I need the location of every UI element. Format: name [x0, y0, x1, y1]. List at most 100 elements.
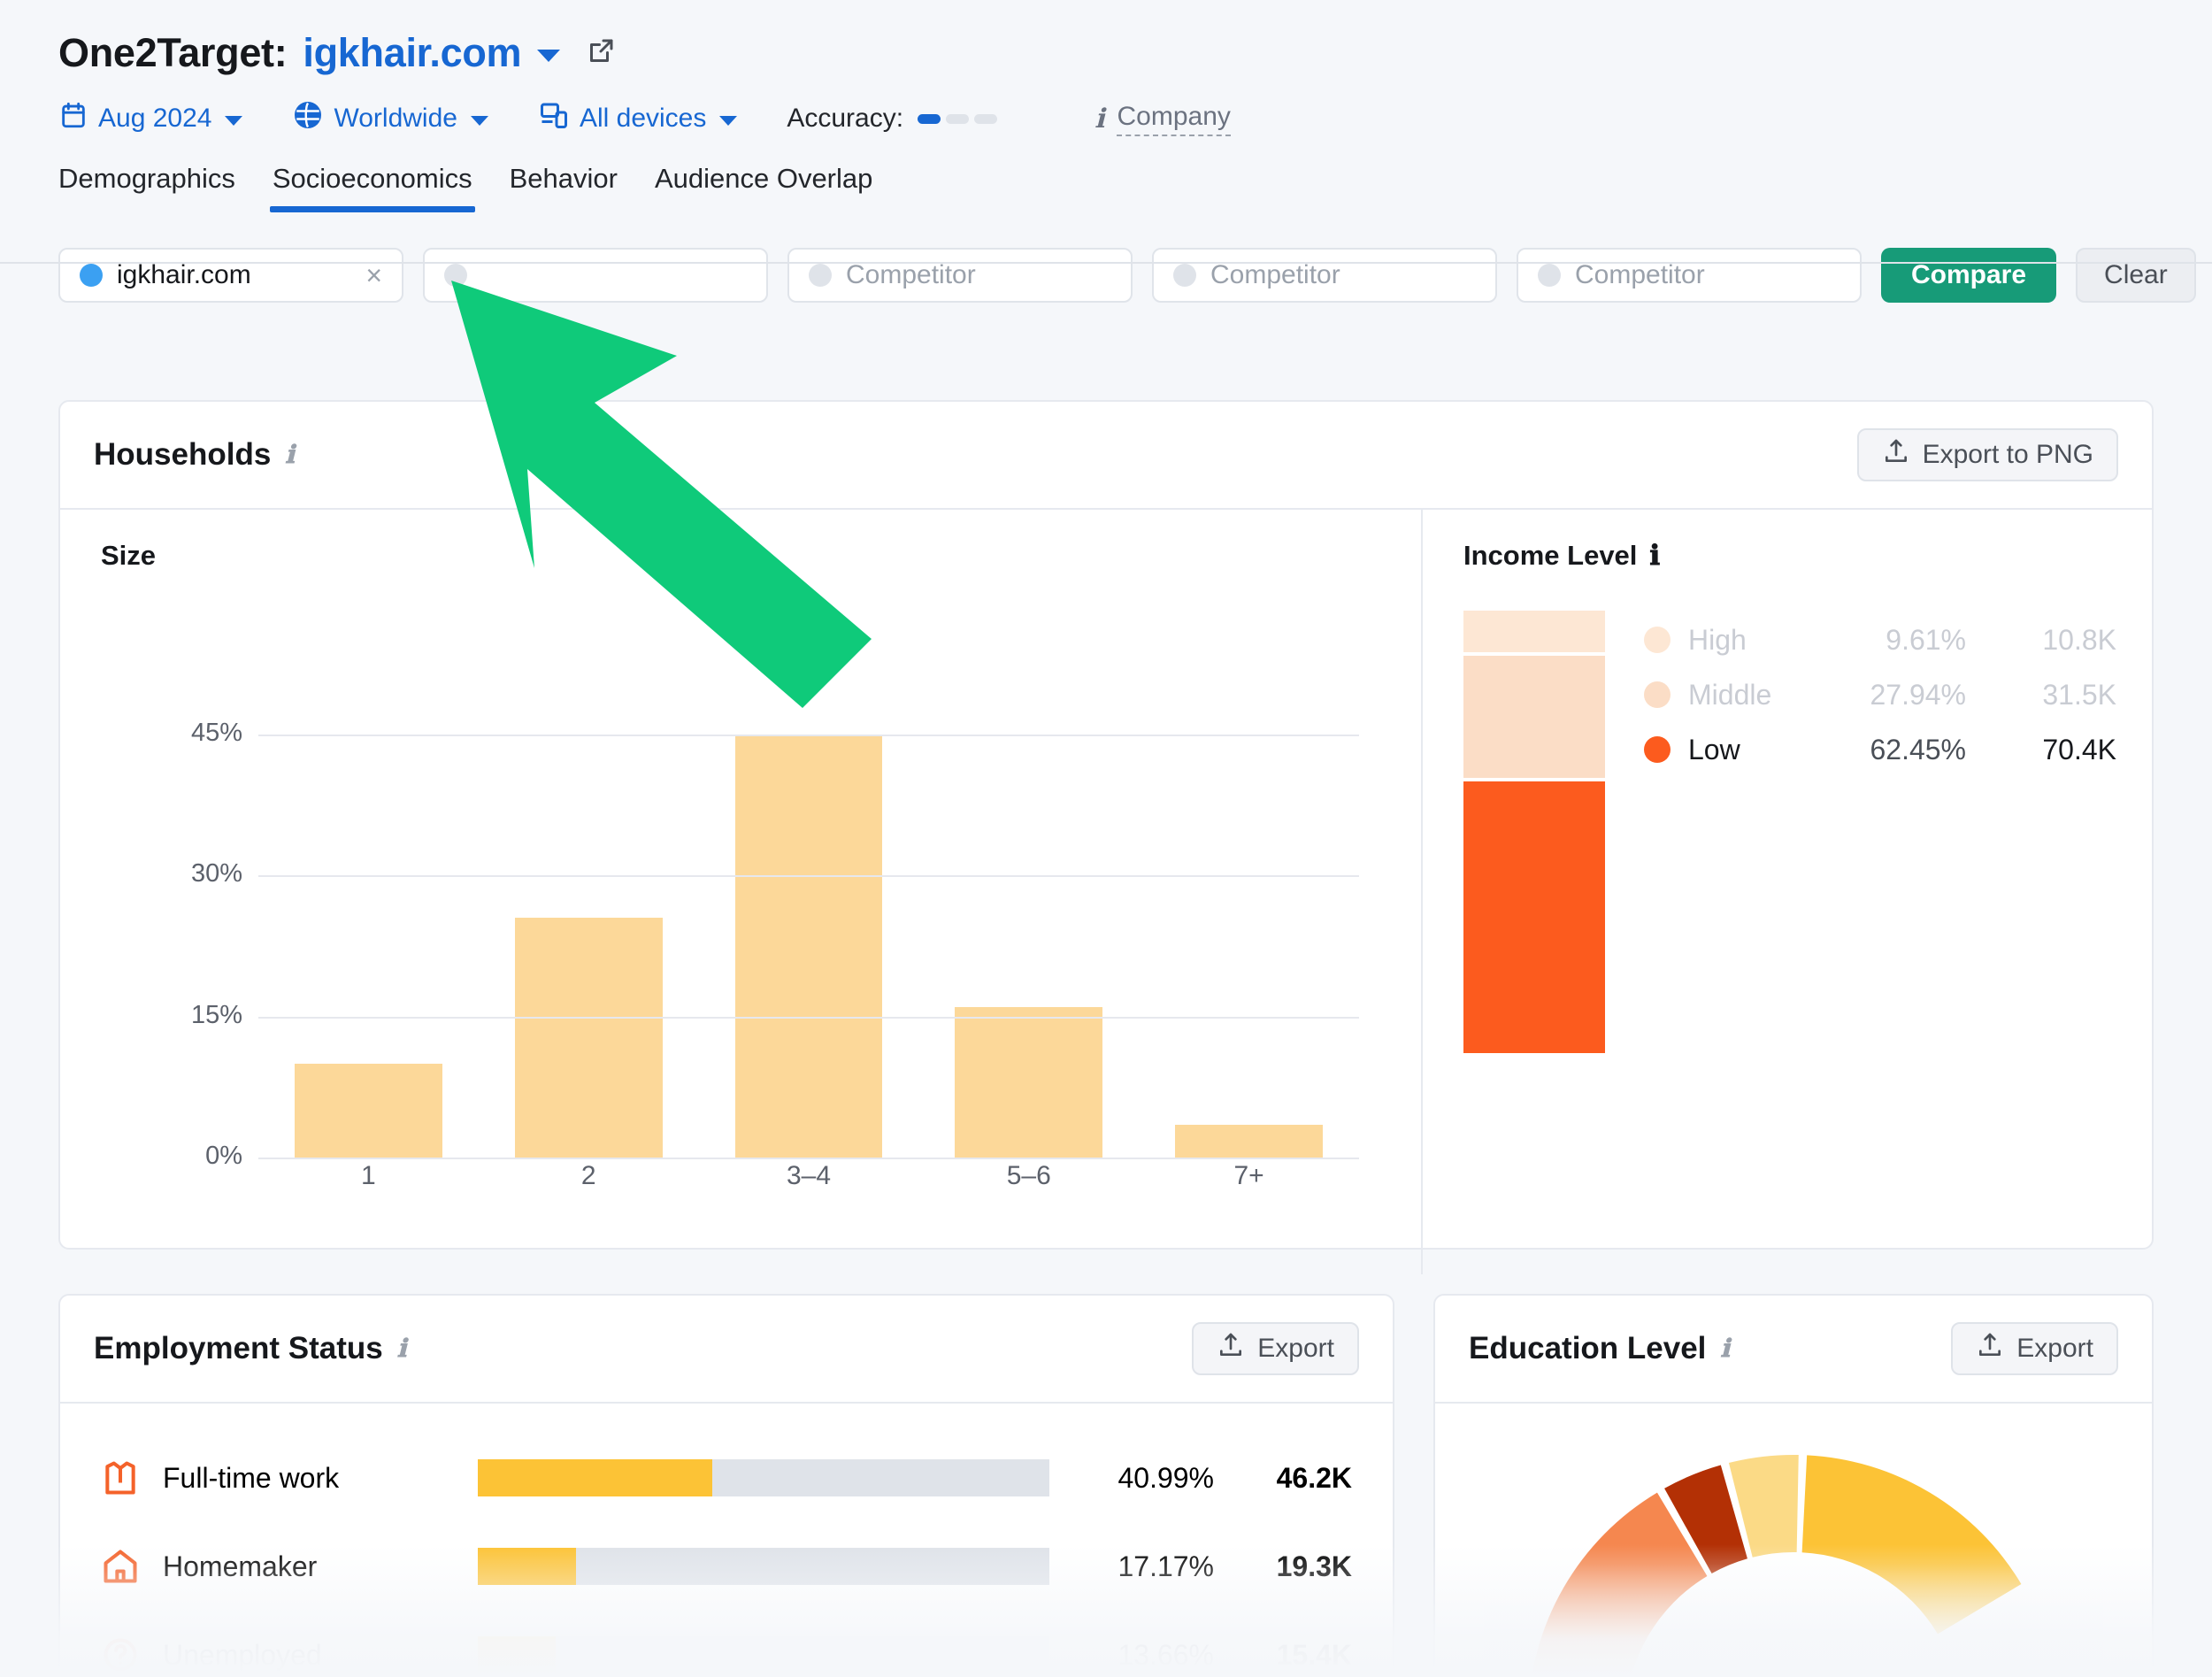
employment-progress-track — [478, 1459, 1049, 1496]
color-dot-icon — [1173, 264, 1196, 287]
employment-row[interactable]: Unemployed 13.66% 15.4K — [101, 1611, 1352, 1677]
bar-group[interactable] — [479, 706, 699, 1158]
export-to-png-button[interactable]: Export to PNG — [1856, 428, 2118, 481]
competitor-chip-3[interactable]: Competitor — [787, 248, 1133, 303]
upload-icon — [1217, 1331, 1245, 1366]
y-axis-tick: 0% — [205, 1142, 242, 1170]
x-axis-label: 7+ — [1233, 1161, 1264, 1190]
x-axis-label: 5–6 — [1006, 1161, 1051, 1190]
income-legend-value: 70.4K — [2042, 733, 2116, 765]
bar-group[interactable] — [918, 706, 1139, 1158]
size-chart-bars — [258, 706, 1359, 1158]
tab-audience-overlap[interactable]: Audience Overlap — [655, 163, 872, 212]
employment-row-label: Homemaker — [163, 1550, 318, 1582]
education-card-header: Education Level ℹ Export — [1435, 1296, 2152, 1404]
income-stack-segment[interactable] — [1463, 781, 1605, 1053]
tab-socioeconomics[interactable]: Socioeconomics — [269, 163, 475, 212]
tab-demographics[interactable]: Demographics — [58, 163, 235, 212]
employment-row-percent: 13.66% — [1118, 1638, 1214, 1671]
accuracy-segment-3 — [974, 113, 998, 124]
one2target-page: One2Target: igkhair.com Aug 2024 Worldwi… — [0, 0, 2212, 1677]
households-title: Households ℹ — [94, 437, 295, 473]
accuracy-label: Accuracy: — [787, 104, 904, 133]
employment-progress-track — [478, 1636, 1049, 1673]
color-dot-icon — [809, 264, 832, 287]
legend-color-dot-icon — [1644, 681, 1671, 708]
employment-progress-fill — [478, 1459, 712, 1496]
bar[interactable] — [295, 1063, 442, 1158]
house-icon — [101, 1547, 140, 1586]
income-legend-row[interactable]: Middle 27.94% 31.5K — [1644, 667, 2116, 722]
employment-row-percent: 17.17% — [1118, 1550, 1214, 1582]
competitor-chip-4[interactable]: Competitor — [1152, 248, 1497, 303]
legend-color-dot-icon — [1644, 736, 1671, 763]
employment-status-card: Employment Status ℹ Export Full-time wor… — [58, 1294, 1394, 1677]
accuracy-bars — [918, 113, 998, 124]
gridline — [258, 1016, 1359, 1019]
bar[interactable] — [1175, 1124, 1323, 1158]
income-stack-segment[interactable] — [1463, 656, 1605, 778]
income-legend-percent: 9.61% — [1886, 623, 1966, 656]
competitor-chip-primary[interactable]: igkhair.com × — [58, 248, 403, 303]
bar-group[interactable] — [258, 706, 479, 1158]
company-toggle[interactable]: ℹ Company — [1094, 102, 1231, 136]
accuracy-indicator: Accuracy: — [787, 104, 998, 134]
chevron-down-icon[interactable] — [537, 50, 561, 62]
company-link-label: Company — [1117, 102, 1231, 136]
gridline — [258, 1158, 1359, 1159]
employment-row[interactable]: Full-time work 40.99% 46.2K — [101, 1434, 1352, 1522]
info-icon[interactable]: ℹ — [397, 1334, 407, 1364]
competitor-chip-2[interactable] — [423, 248, 768, 303]
income-legend-row[interactable]: Low 62.45% 70.4K — [1644, 722, 2116, 777]
households-card: Households ℹ Export to PNG Size 1 2 3–4 … — [58, 400, 2154, 1274]
competitor-chip-5[interactable]: Competitor — [1517, 248, 1862, 303]
close-icon[interactable]: × — [365, 259, 382, 292]
export-to-png-label: Export to PNG — [1922, 440, 2093, 469]
gridline — [258, 734, 1359, 736]
y-axis-tick: 45% — [190, 718, 242, 747]
clear-button[interactable]: Clear — [2076, 248, 2196, 303]
employment-status-title-label: Employment Status — [94, 1331, 383, 1365]
education-level-title: Education Level ℹ — [1469, 1331, 1730, 1366]
education-export-button[interactable]: Export — [1951, 1322, 2118, 1375]
location-filter[interactable]: Worldwide — [292, 99, 488, 138]
compare-button[interactable]: Compare — [1881, 248, 2057, 303]
info-icon[interactable]: ℹ — [1720, 1334, 1730, 1364]
shirt-icon — [101, 1458, 140, 1497]
bar[interactable] — [734, 736, 883, 1158]
info-icon[interactable]: ℹ — [1649, 540, 1660, 572]
income-legend-value: 31.5K — [2042, 678, 2116, 711]
external-link-icon[interactable] — [585, 35, 617, 72]
date-filter[interactable]: Aug 2024 — [58, 100, 243, 137]
bar[interactable] — [514, 918, 663, 1158]
employment-status-title: Employment Status ℹ — [94, 1331, 406, 1366]
competitor-chip-5-placeholder: Competitor — [1575, 260, 1705, 289]
accuracy-segment-1 — [918, 113, 941, 124]
household-size-title: Size — [101, 540, 157, 571]
info-icon[interactable]: ℹ — [285, 440, 295, 470]
employment-card-header: Employment Status ℹ Export — [60, 1296, 1393, 1404]
employment-row-value: 19.3K — [1276, 1550, 1352, 1582]
employment-export-button[interactable]: Export — [1192, 1322, 1359, 1375]
tab-behavior[interactable]: Behavior — [510, 163, 618, 212]
device-filter[interactable]: All devices — [538, 99, 738, 138]
income-level-panel: Income Level ℹ High 9.61% 10.8K Middle 27.94… — [1423, 510, 2152, 1274]
y-axis-tick: 15% — [190, 1000, 242, 1029]
employment-row[interactable]: Homemaker 17.17% 19.3K — [101, 1522, 1352, 1611]
color-dot-icon — [1538, 264, 1561, 287]
bar-group[interactable] — [1139, 706, 1359, 1158]
income-stack-segment[interactable] — [1463, 611, 1605, 653]
info-icon: ℹ — [1094, 104, 1105, 134]
page-title-domain[interactable]: igkhair.com — [303, 30, 521, 76]
page-title: One2Target: igkhair.com — [58, 30, 2212, 76]
main-tabs: Demographics Socioeconomics Behavior Aud… — [58, 163, 2212, 212]
question-icon — [101, 1635, 140, 1674]
income-legend-value: 10.8K — [2042, 623, 2116, 656]
bar-group[interactable] — [699, 706, 919, 1158]
income-legend-row[interactable]: High 9.61% 10.8K — [1644, 612, 2116, 667]
employment-row-percent: 40.99% — [1118, 1461, 1214, 1494]
chevron-down-icon — [470, 116, 488, 126]
employment-row-value: 15.4K — [1276, 1638, 1352, 1671]
bar[interactable] — [955, 1007, 1103, 1158]
calendar-icon — [58, 100, 88, 137]
